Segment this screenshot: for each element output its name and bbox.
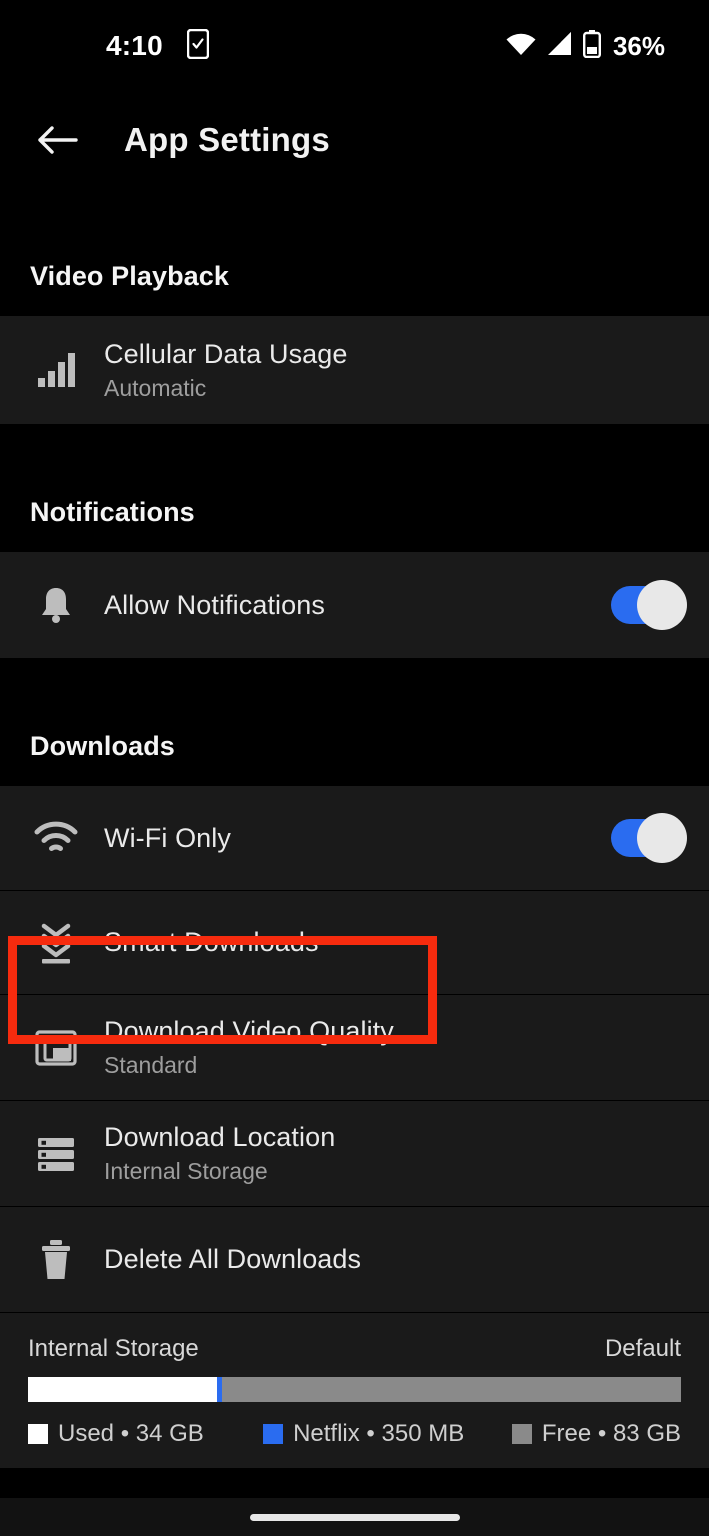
app-settings-screen: 4:10 36% App Settings Video Playback Cel…: [0, 0, 709, 1536]
smart-downloads-icon: [30, 917, 82, 969]
row-text-download-video-quality: Download Video Quality Standard: [104, 1015, 683, 1080]
row-download-location[interactable]: Download Location Internal Storage: [0, 1100, 709, 1206]
storage-segment-used: [28, 1377, 218, 1402]
row-delete-all-downloads[interactable]: Delete All Downloads: [0, 1206, 709, 1312]
section-title-video-playback: Video Playback: [30, 261, 230, 291]
legend-swatch-used: [28, 1424, 48, 1444]
legend-item-netflix: Netflix • 350 MB: [263, 1420, 498, 1448]
video-quality-icon: [30, 1022, 82, 1074]
section-rows-notifications: Allow Notifications: [0, 552, 709, 658]
row-title-delete-all-downloads: Delete All Downloads: [104, 1244, 362, 1275]
section-rows-downloads: Wi-Fi Only Smart Downloads Download Vide…: [0, 786, 709, 1468]
storage-header: Internal Storage Default: [28, 1335, 681, 1363]
back-button[interactable]: [30, 112, 86, 168]
row-text-cellular-data-usage: Cellular Data Usage Automatic: [104, 338, 683, 403]
row-download-video-quality[interactable]: Download Video Quality Standard: [0, 994, 709, 1100]
battery-percent-label: 36%: [612, 30, 665, 61]
spacer-above-video-playback: [0, 187, 709, 240]
wifi-icon: [30, 812, 82, 864]
row-title-allow-notifications: Allow Notifications: [104, 589, 325, 620]
signal-bars-icon: [30, 344, 82, 396]
row-text-delete-all-downloads: Delete All Downloads: [104, 1243, 683, 1275]
legend-label-used: Used • 34 GB: [58, 1420, 204, 1447]
row-subtitle-download-location: Internal Storage: [104, 1158, 268, 1185]
toggle-wifi-only[interactable]: [611, 813, 687, 863]
row-text-wifi-only: Wi-Fi Only: [104, 822, 611, 854]
legend-label-free: Free • 83 GB: [541, 1420, 681, 1447]
toggle-knob: [637, 813, 687, 863]
spacer-above-notifications: [0, 424, 709, 476]
battery-icon: [582, 29, 601, 63]
legend-label-netflix: Netflix • 350 MB: [293, 1420, 465, 1447]
status-bar-clock: 4:10: [106, 30, 163, 61]
row-smart-downloads[interactable]: Smart Downloads: [0, 890, 709, 994]
storage-label: Internal Storage: [28, 1335, 199, 1362]
row-allow-notifications[interactable]: Allow Notifications: [0, 552, 709, 658]
page-header: App Settings: [0, 92, 709, 187]
phone-check-icon: [186, 28, 210, 64]
gesture-home-bar[interactable]: [249, 1513, 460, 1521]
storage-segment-free: [221, 1377, 681, 1402]
gesture-nav-area: [0, 1498, 709, 1536]
storage-bar: [28, 1377, 681, 1402]
spacer-above-downloads: [0, 658, 709, 710]
storage-legend: Used • 34 GB Netflix • 350 MB Free • 83 …: [28, 1420, 681, 1448]
row-title-wifi-only: Wi-Fi Only: [104, 822, 231, 853]
row-title-cellular-data-usage: Cellular Data Usage: [104, 338, 348, 369]
legend-item-used: Used • 34 GB: [28, 1420, 263, 1448]
spacer-below-notifications-title: [0, 528, 709, 552]
storage-server-icon: [30, 1128, 82, 1180]
row-title-smart-downloads: Smart Downloads: [104, 927, 319, 958]
back-arrow-icon: [38, 125, 78, 154]
wifi-icon: [505, 31, 537, 62]
trash-icon: [30, 1234, 82, 1286]
status-bar-right: 36%: [505, 29, 679, 63]
row-text-smart-downloads: Smart Downloads: [104, 926, 683, 958]
section-title-notifications: Notifications: [30, 497, 195, 527]
spacer-below-downloads-title: [0, 762, 709, 786]
internal-storage-meter: Internal Storage Default Used • 34 GB Ne…: [0, 1312, 709, 1468]
page-title: App Settings: [124, 120, 330, 158]
toggle-knob: [637, 580, 687, 630]
row-text-allow-notifications: Allow Notifications: [104, 589, 611, 621]
legend-swatch-netflix: [263, 1424, 284, 1444]
row-subtitle-download-video-quality: Standard: [104, 1052, 198, 1079]
bell-icon: [30, 579, 82, 631]
spacer-below-video-playback-title: [0, 292, 709, 316]
legend-item-free: Free • 83 GB: [498, 1420, 681, 1448]
section-title-downloads: Downloads: [30, 731, 175, 761]
row-subtitle-cellular-data-usage: Automatic: [104, 374, 207, 401]
row-text-download-location: Download Location Internal Storage: [104, 1121, 683, 1186]
status-bar-left: 4:10: [30, 28, 210, 64]
row-title-download-video-quality: Download Video Quality: [104, 1016, 394, 1046]
row-wifi-only[interactable]: Wi-Fi Only: [0, 786, 709, 890]
section-rows-video-playback: Cellular Data Usage Automatic: [0, 316, 709, 424]
storage-default-label: Default: [604, 1335, 681, 1362]
status-bar: 4:10 36%: [0, 0, 709, 92]
cellular-signal-icon: [546, 31, 574, 62]
toggle-allow-notifications[interactable]: [611, 580, 687, 630]
row-cellular-data-usage[interactable]: Cellular Data Usage Automatic: [0, 316, 709, 424]
row-title-download-location: Download Location: [104, 1122, 336, 1152]
legend-swatch-free: [511, 1424, 532, 1444]
